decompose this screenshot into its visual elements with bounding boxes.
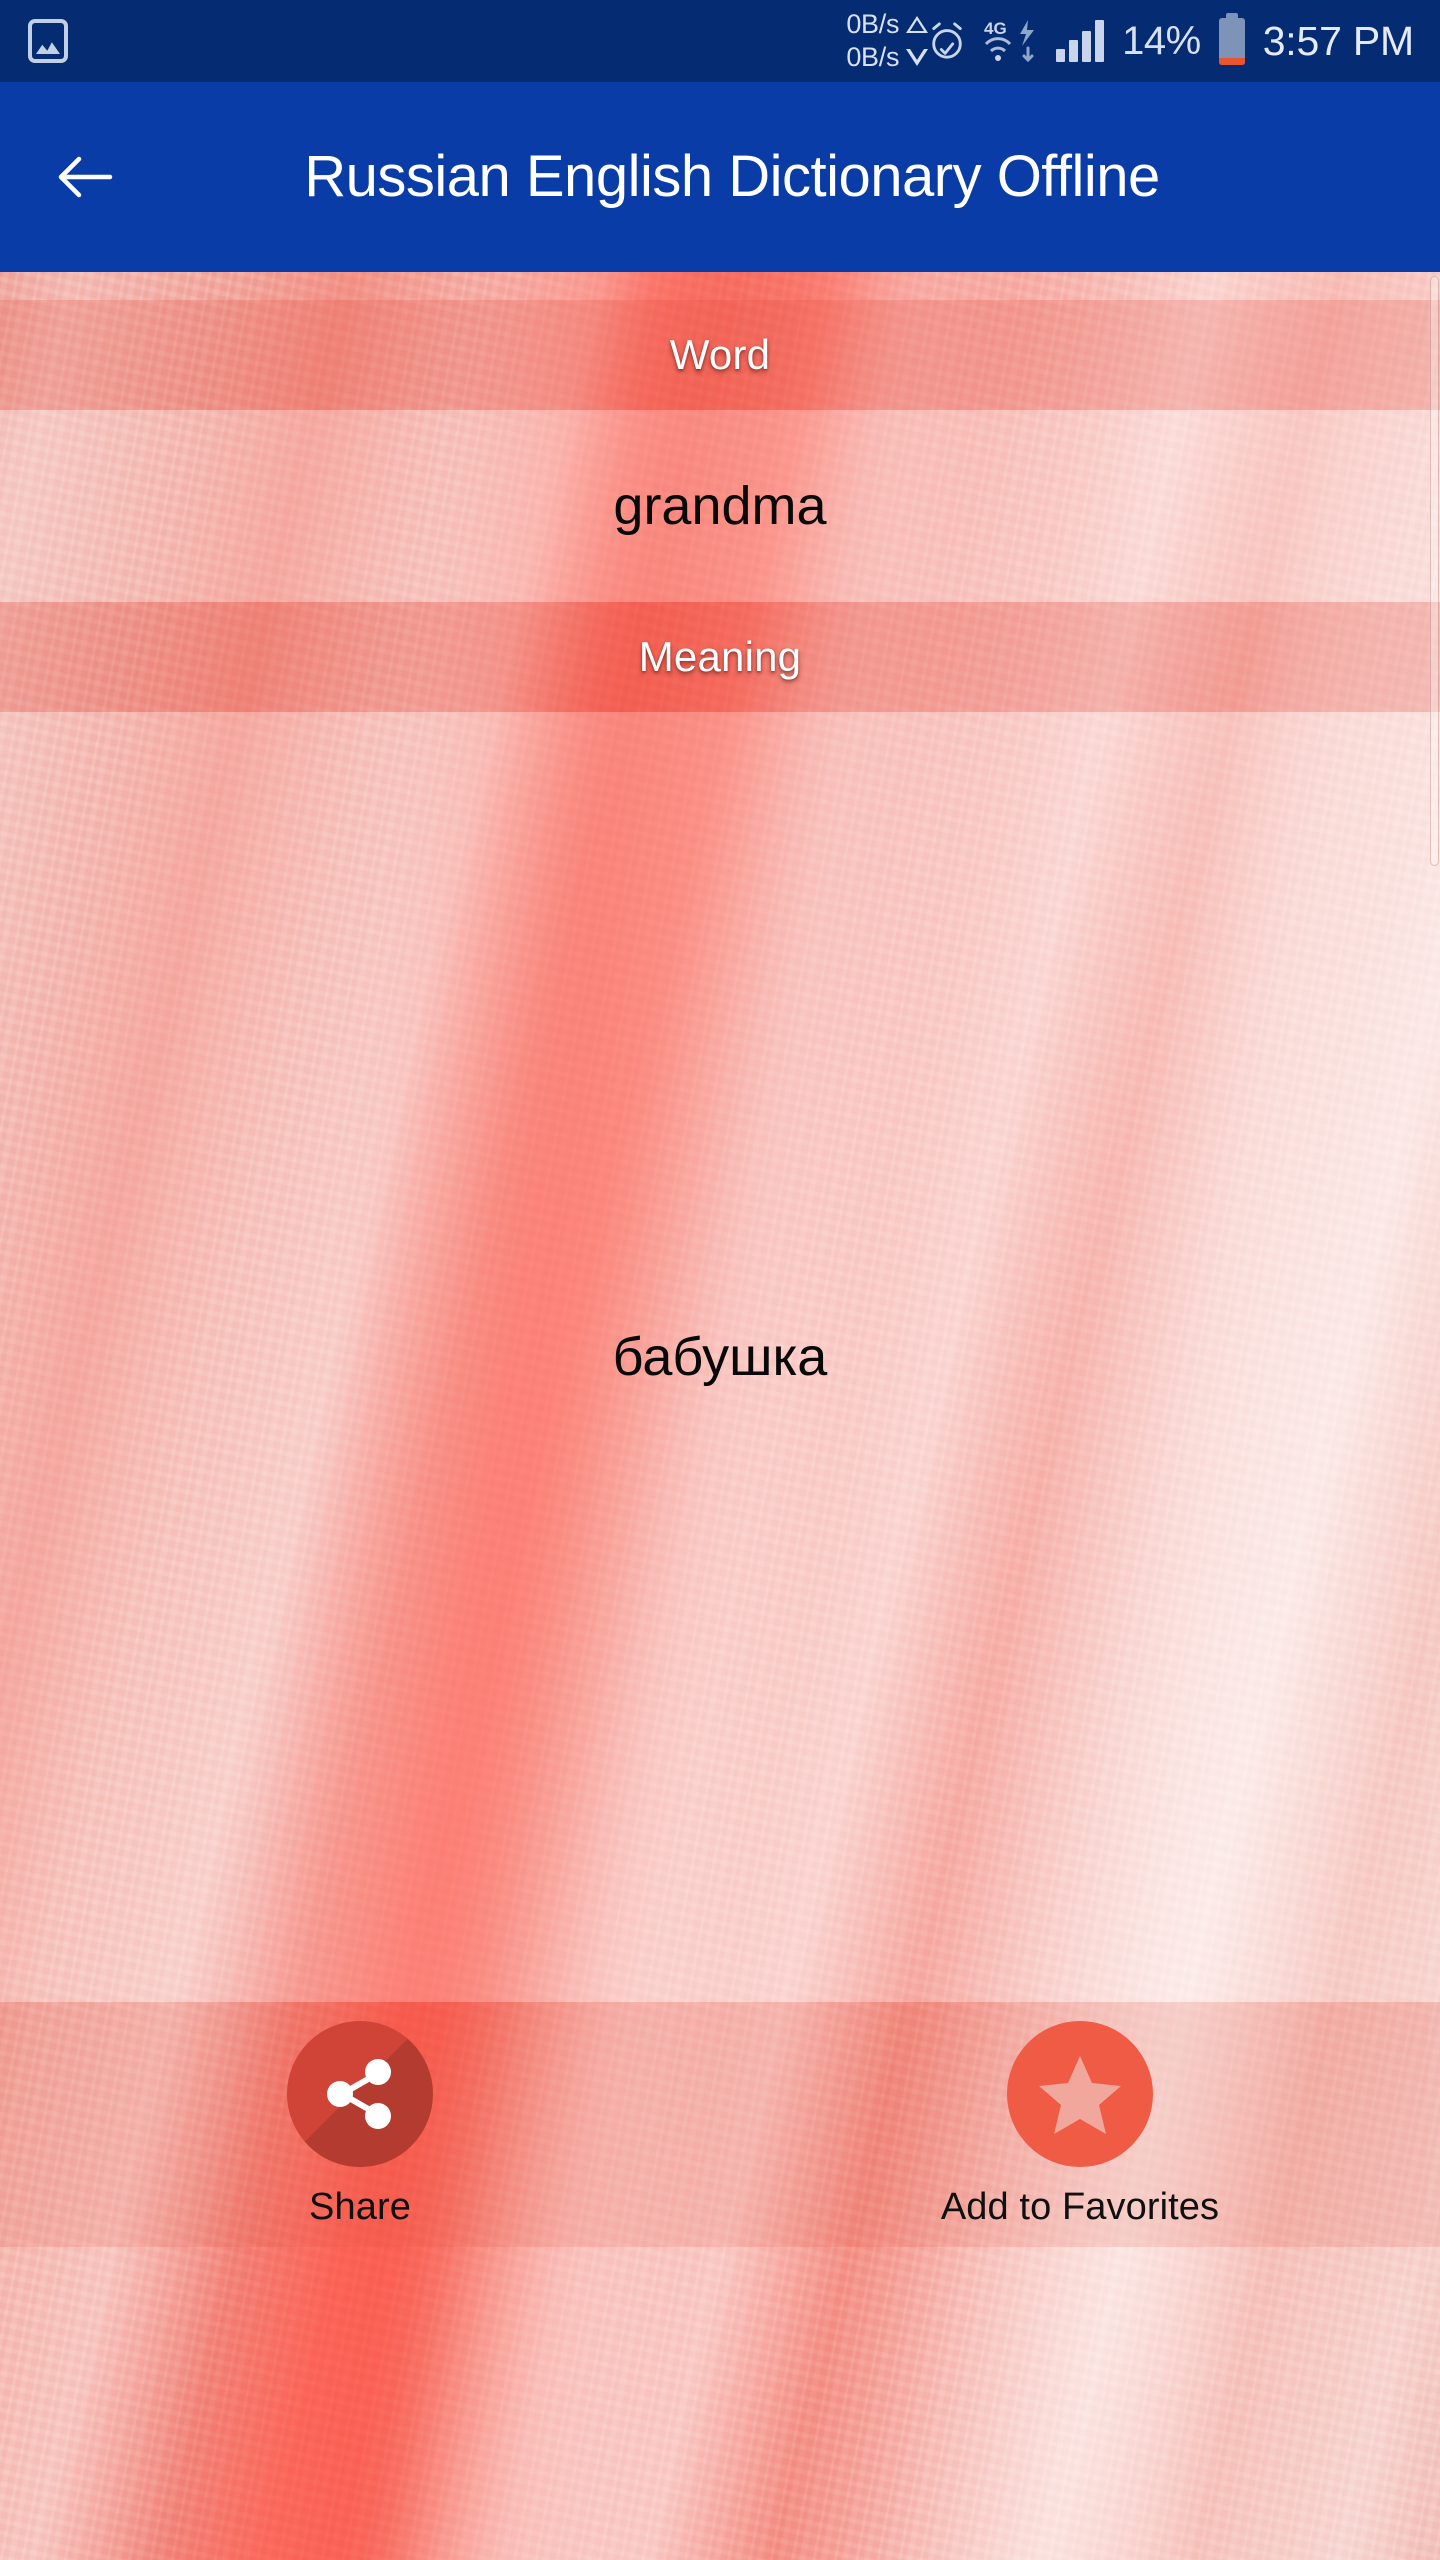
status-bar-left [28, 19, 68, 63]
favorites-button-label: Add to Favorites [940, 2185, 1220, 2228]
share-nodes-icon [327, 2058, 391, 2129]
page-title: Russian English Dictionary Offline [304, 144, 1160, 209]
word-value-band: grandma [0, 410, 1440, 602]
back-arrow-icon [58, 156, 113, 198]
vertical-scrollbar[interactable] [1428, 272, 1440, 2560]
network-upload-row: 0B/s [846, 8, 929, 41]
network-download-row: 0B/s [846, 41, 929, 74]
network-speed-indicator: 0B/s 0B/s [846, 8, 929, 74]
upload-triangle-icon [906, 16, 929, 33]
status-bar: 0B/s 0B/s 4G 14% 3:57 PM [0, 0, 1440, 82]
battery-level-fill [1218, 57, 1245, 65]
app-screen: 0B/s 0B/s 4G 14% 3:57 PM Russian English… [0, 0, 1440, 2560]
alarm-clock-icon [932, 22, 962, 59]
download-triangle-icon [906, 49, 929, 66]
dictionary-entry-content: Word grandma Meaning бабушка Share Add t… [0, 272, 1440, 2560]
network-download-speed: 0B/s [846, 42, 900, 72]
add-to-favorites-button[interactable]: Add to Favorites [720, 2020, 1440, 2229]
app-bar: Russian English Dictionary Offline [0, 82, 1440, 272]
svg-text:4G: 4G [984, 19, 1007, 38]
back-button[interactable] [26, 118, 144, 236]
4g-wifi-icon: 4G [984, 19, 1035, 63]
star-icon [1039, 2055, 1121, 2134]
image-gallery-icon [28, 19, 68, 63]
word-value: grandma [613, 476, 827, 536]
meaning-label: Meaning [638, 633, 802, 680]
action-bar: Share Add to Favorites [0, 2002, 1440, 2247]
battery-percent-label: 14% [1122, 19, 1201, 63]
word-label: Word [669, 331, 771, 378]
scrollbar-thumb[interactable] [1430, 276, 1439, 866]
network-upload-speed: 0B/s [846, 9, 900, 39]
meaning-label-band: Meaning [0, 602, 1440, 712]
share-button-circle [287, 2020, 433, 2167]
favorites-button-circle [1007, 2020, 1153, 2167]
status-bar-right: 4G 14% 3:57 PM [928, 12, 1414, 65]
signal-bars-icon [1056, 20, 1105, 62]
battery-icon [1218, 12, 1245, 65]
share-button[interactable]: Share [0, 2020, 720, 2229]
meaning-value-band: бабушка [0, 712, 1440, 2002]
meaning-value: бабушка [612, 1327, 828, 1387]
word-label-band: Word [0, 300, 1440, 410]
status-bar-clock: 3:57 PM [1262, 18, 1414, 64]
share-button-label: Share [309, 2185, 411, 2228]
